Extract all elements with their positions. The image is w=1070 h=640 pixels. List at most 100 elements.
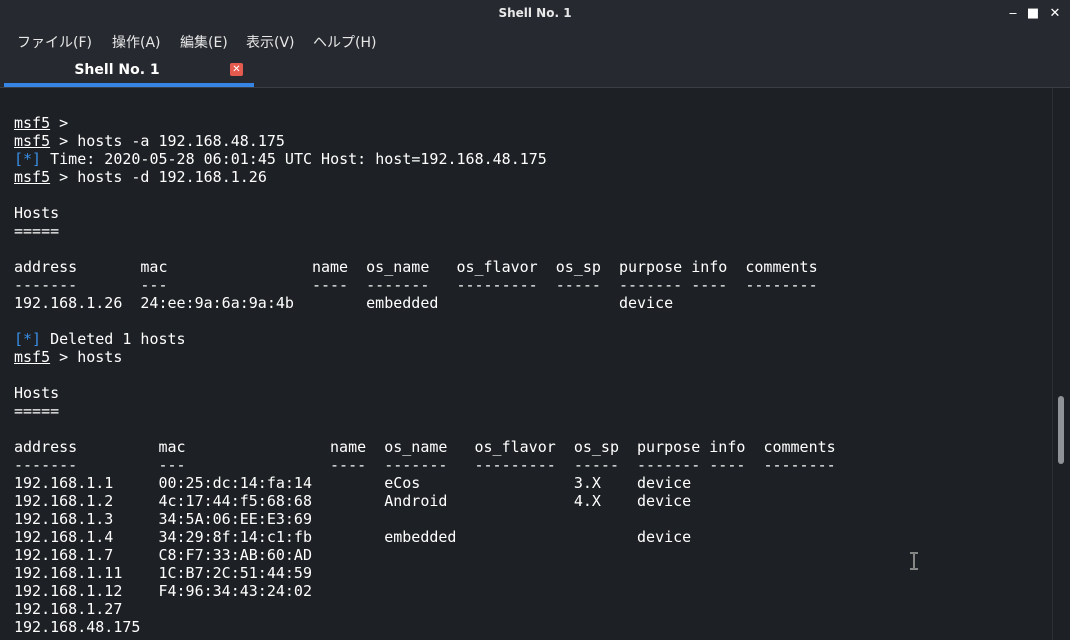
cell-purpose: device [637,528,692,546]
cell-info: info [709,438,746,456]
cell-address: address [14,258,78,276]
terminal-line: ===== [14,402,836,420]
cell-mac: F4:96:34:43:24:02 [158,582,312,600]
cell-os_sp: os_sp [555,258,601,276]
cell-os_name: Android [384,492,448,510]
tab-bar: Shell No. 1 ✕ [0,54,1070,88]
cell-os_name: embedded [384,528,457,546]
line-text: ===== [14,222,60,240]
table-row: 192.168.1.7 C8:F7:33:AB:60:AD [14,546,836,564]
cell-purpose: ------- [637,456,701,474]
terminal-line: Hosts [14,204,836,222]
cell-os_name: os_name [384,438,448,456]
line-text: Deleted 1 hosts [41,330,186,348]
cell-os_sp: ----- [555,276,601,294]
cell-purpose: device [637,492,692,510]
cell-purpose: purpose [618,258,683,276]
menu-bar: ファイル(F) 操作(A) 編集(E) 表示(V) ヘルプ(H) [0,28,1070,54]
prompt-label: msf5 [14,132,51,150]
cell-info: ---- [691,276,728,294]
tab-close-icon[interactable]: ✕ [230,63,243,76]
table-row: 192.168.1.2 4c:17:44:f5:68:68 Android 4.X de… [14,492,836,510]
cell-address: 192.168.1.12 [14,582,123,600]
cell-purpose: ------- [618,276,683,294]
cell-os_name: eCos [384,474,421,492]
cell-mac: 24:ee:9a:6a:9a:4b [140,294,294,312]
scrollbar-thumb[interactable] [1058,396,1064,464]
cell-purpose: device [618,294,674,312]
cell-mac: 00:25:dc:14:fa:14 [158,474,312,492]
terminal-line: Hosts [14,384,836,402]
cell-mac: --- [158,456,186,474]
cell-os_sp: 3.X [573,474,601,492]
cell-address: 192.168.48.175 [14,618,141,636]
table-row: 192.168.1.11 1C:B7:2C:51:44:59 [14,564,836,582]
cell-mac: C8:F7:33:AB:60:AD [158,546,312,564]
table-row: 192.168.1.12 F4:96:34:43:24:02 [14,582,836,600]
terminal-line: msf5 > hosts -a 192.168.48.175 [14,132,836,150]
table-row: ------- --- ---- ------- --------- ----- -----… [14,456,836,474]
terminal-line: msf5 > [14,114,836,132]
prompt-label: msf5 [14,348,51,366]
cell-name: ---- [311,276,349,294]
cell-os_sp: 4.X [573,492,601,510]
cell-os_name: os_name [366,258,430,276]
minimize-icon[interactable]: ‒ [1004,5,1022,23]
vertical-scrollbar[interactable] [1052,88,1070,640]
maximize-icon[interactable]: ■ [1024,5,1042,23]
cell-address: ------- [14,456,78,474]
cell-os_flavor: os_flavor [474,438,556,456]
window-title: Shell No. 1 [498,6,572,20]
prompt-label: msf5 [14,168,51,186]
cell-mac: mac [140,258,168,276]
line-text: Hosts [14,204,60,222]
menu-file[interactable]: ファイル(F) [17,32,92,52]
cell-address: 192.168.1.3 [14,510,114,528]
cell-address: 192.168.1.2 [14,492,114,510]
cell-address: 192.168.1.7 [14,546,114,564]
terminal-line: [*] Deleted 1 hosts [14,330,836,348]
table-row: address mac name os_name os_flavor os_sp purpo… [14,438,836,456]
cell-os_flavor: --------- [474,456,556,474]
cell-os_sp: ----- [573,456,619,474]
cell-os_flavor: --------- [456,276,538,294]
tab-label: Shell No. 1 [74,62,160,78]
cell-comments: -------- [745,276,818,294]
line-text: Time: 2020-05-28 06:01:45 UTC Host: host… [41,150,547,168]
table-row: 192.168.1.1 00:25:dc:14:fa:14 eCos 3.X devic… [14,474,836,492]
terminal-line: msf5 > hosts [14,348,836,366]
tab-shell-1[interactable]: Shell No. 1 ✕ [4,54,254,87]
line-text: > [50,114,69,132]
table-row: 192.168.48.175 [14,618,836,636]
info-tag: [*] [14,150,42,168]
cell-purpose: device [637,474,692,492]
cell-address: 192.168.1.26 [14,294,123,312]
terminal-output[interactable]: msf5 > msf5 > hosts -a 192.168.48.175 [*] … [0,88,1052,640]
cell-os_flavor: os_flavor [456,258,538,276]
cell-comments: -------- [763,456,836,474]
menu-action[interactable]: 操作(A) [112,32,161,52]
menu-help[interactable]: ヘルプ(H) [313,32,376,52]
cell-name: ---- [330,456,367,474]
cell-purpose: purpose [637,438,701,456]
cell-os_sp: os_sp [573,438,619,456]
cell-address: 192.168.1.27 [14,600,123,618]
info-tag: [*] [14,330,42,348]
menu-view[interactable]: 表示(V) [246,32,295,52]
menu-edit[interactable]: 編集(E) [180,32,228,52]
cell-os_name: embedded [366,294,439,312]
table-row: 192.168.1.27 [14,600,836,618]
cell-mac: --- [140,276,168,294]
terminal-line: msf5 > hosts -d 192.168.1.26 [14,168,836,186]
close-icon[interactable]: ✕ [1046,5,1064,23]
cell-os_name: ------- [366,276,430,294]
table-row: ------- --- ---- ------- --------- ----- -----… [14,276,836,294]
cell-os_name: ------- [384,456,448,474]
table-row: 192.168.1.4 34:29:8f:14:c1:fb embedded devi… [14,528,836,546]
cell-address: 192.168.1.1 [14,474,114,492]
cell-name: name [330,438,367,456]
cell-address: address [14,438,78,456]
